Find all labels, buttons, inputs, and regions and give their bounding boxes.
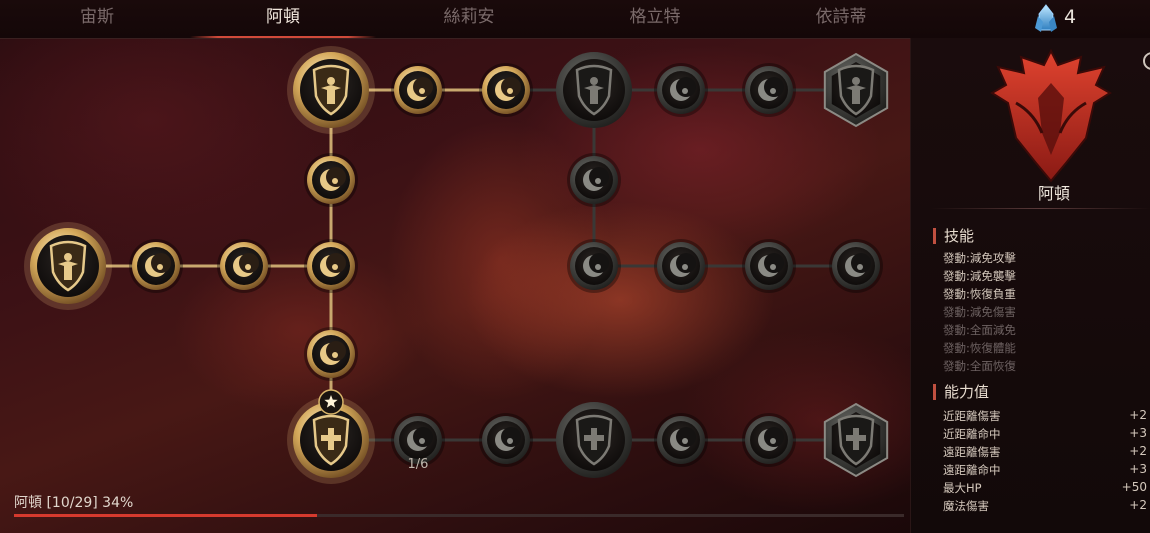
skill-node-laurel-shield-icon[interactable] bbox=[823, 52, 889, 128]
skill-node-moon-icon[interactable] bbox=[217, 239, 271, 293]
tab-3[interactable]: 絲莉安 bbox=[376, 0, 562, 38]
skill-tree-window: 宙斯 阿頓 絲莉安 格立特 依詩蒂 4 1/6 阿頓 [10/29] 34% 阿頓 技能… bbox=[0, 0, 1150, 533]
stat-value: +2 bbox=[1129, 498, 1147, 512]
skill-entry: 發動:恢復負重 bbox=[943, 287, 1016, 301]
skill-entry: 發動:減免攻擊 bbox=[943, 251, 1016, 265]
tree-progress-label: 阿頓 [10/29] 34% bbox=[14, 495, 134, 511]
skill-node-moon-icon[interactable] bbox=[304, 239, 358, 293]
skill-node-moon-icon[interactable] bbox=[742, 63, 796, 117]
skill-node-moon-icon[interactable] bbox=[304, 327, 358, 381]
stat-value: +3 bbox=[1129, 462, 1147, 476]
stat-value: +2 bbox=[1129, 444, 1147, 458]
tab-1[interactable]: 宙斯 bbox=[4, 0, 190, 38]
progress-bar bbox=[14, 514, 904, 517]
skill-node-laurel-cross-icon[interactable] bbox=[823, 402, 889, 478]
tab-2[interactable]: 阿頓 bbox=[190, 0, 376, 38]
skill-node-warrior-shield-icon[interactable] bbox=[24, 222, 112, 310]
class-info-panel: 阿頓 技能 發動:減免攻擊 發動:減免襲擊 發動:恢復負重 發動:減免傷害 發動:全面減… bbox=[910, 38, 1150, 533]
node-level-counter: 1/6 bbox=[408, 457, 429, 472]
skill-node-moon-icon[interactable] bbox=[479, 63, 533, 117]
skill-entry: 發動:全面減免 bbox=[943, 323, 1016, 337]
skill-entry: 發動:恢復體能 bbox=[943, 341, 1016, 355]
stat-label: 近距離命中 bbox=[943, 427, 1001, 441]
stat-label: 最大HP bbox=[943, 481, 982, 495]
skills-section-title: 技能 bbox=[933, 228, 974, 244]
star-icon bbox=[318, 389, 344, 415]
stats-section-title: 能力值 bbox=[933, 384, 989, 400]
panel-divider bbox=[931, 208, 1150, 209]
progress-bar-fill bbox=[14, 514, 317, 517]
stat-label: 近距離傷害 bbox=[943, 409, 1001, 423]
skill-node-winged-shield-icon[interactable] bbox=[287, 46, 375, 134]
skill-node-moon-icon[interactable] bbox=[654, 239, 708, 293]
stat-label: 遠距離命中 bbox=[943, 463, 1001, 477]
stat-label: 遠距離傷害 bbox=[943, 445, 1001, 459]
skill-entry: 發動:減免襲擊 bbox=[943, 269, 1016, 283]
info-ring-icon[interactable] bbox=[1143, 52, 1150, 70]
skill-node-moon-icon[interactable] bbox=[304, 153, 358, 207]
skill-node-moon-icon[interactable] bbox=[567, 239, 621, 293]
skill-node-moon-icon[interactable] bbox=[391, 63, 445, 117]
skill-node-moon-icon[interactable] bbox=[654, 63, 708, 117]
skill-node-moon-icon[interactable] bbox=[654, 413, 708, 467]
skill-tree: 1/6 bbox=[0, 38, 910, 498]
stat-value: +2 bbox=[1129, 408, 1147, 422]
class-tab-bar: 宙斯 阿頓 絲莉安 格立特 依詩蒂 bbox=[0, 0, 1150, 39]
skill-entry: 發動:減免傷害 bbox=[943, 305, 1016, 319]
crystal-icon bbox=[1035, 4, 1057, 32]
stat-value: +3 bbox=[1129, 426, 1147, 440]
skill-entry: 發動:全面恢復 bbox=[943, 359, 1016, 373]
skill-tree-canvas: 1/6 bbox=[24, 46, 889, 484]
tab-5[interactable]: 依詩蒂 bbox=[748, 0, 934, 38]
stat-label: 魔法傷害 bbox=[943, 499, 989, 513]
skill-node-moon-icon[interactable] bbox=[479, 413, 533, 467]
tab-4[interactable]: 格立特 bbox=[562, 0, 748, 38]
skill-node-moon-icon[interactable] bbox=[742, 239, 796, 293]
skill-node-moon-icon[interactable] bbox=[742, 413, 796, 467]
skill-node-cross-shield-icon[interactable] bbox=[556, 402, 632, 478]
skill-node-moon-icon[interactable] bbox=[129, 239, 183, 293]
class-name: 阿頓 bbox=[1037, 184, 1070, 203]
skill-node-crowned-shield-icon[interactable] bbox=[556, 52, 632, 128]
crystal-count: 4 bbox=[1064, 6, 1077, 28]
skill-node-moon-icon[interactable] bbox=[829, 239, 883, 293]
phoenix-crest-icon bbox=[990, 48, 1112, 183]
skill-node-moon-icon[interactable] bbox=[567, 153, 621, 207]
stat-value: +50 bbox=[1121, 480, 1147, 494]
